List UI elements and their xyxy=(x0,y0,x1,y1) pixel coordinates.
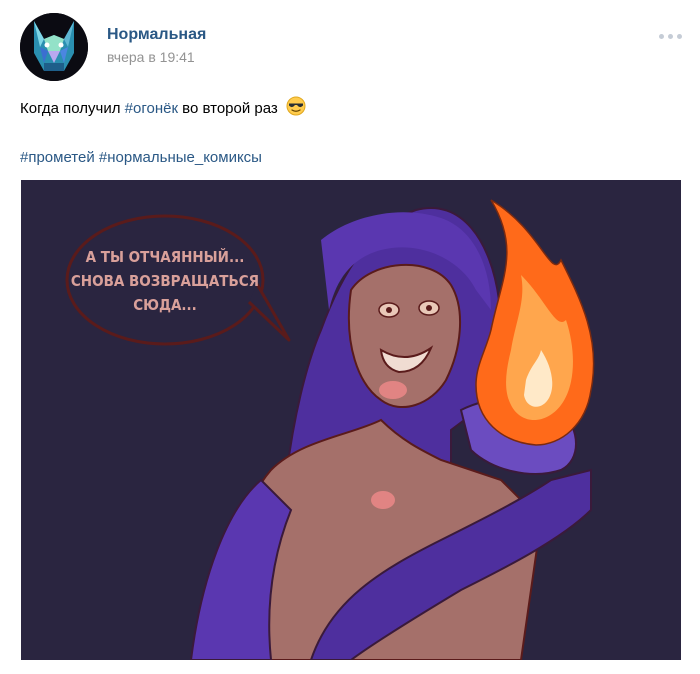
author-name[interactable]: Нормальная xyxy=(107,26,206,44)
post-text-end: во второй раз xyxy=(178,100,278,117)
bubble-line: СНОВА ВОЗВРАЩАТЬСЯ xyxy=(71,272,259,290)
post-image[interactable]: А ТЫ ОТЧАЯННЫЙ... СНОВА ВОЗВРАЩАТЬСЯ СЮД… xyxy=(21,180,681,660)
community-avatar[interactable] xyxy=(20,13,88,81)
hashtags-line: #прометей #нормальные_комиксы xyxy=(20,148,262,167)
hashtag-link[interactable]: #огонёк xyxy=(125,100,178,117)
post-text-start: Когда получил xyxy=(20,100,125,117)
hashtag-link[interactable]: #прометей xyxy=(20,149,95,166)
post-date[interactable]: вчера в 19:41 xyxy=(107,49,195,65)
dot-icon xyxy=(667,33,673,39)
post-text: Когда получил #огонёк во второй раз xyxy=(20,96,306,121)
hashtag-link[interactable]: #нормальные_комиксы xyxy=(99,149,262,166)
more-options-icon[interactable] xyxy=(656,30,684,42)
dot-icon xyxy=(676,33,682,39)
bubble-line: СЮДА... xyxy=(133,296,197,314)
post: Нормальная вчера в 19:41 Когда получил #… xyxy=(0,0,700,674)
dot-icon xyxy=(658,33,664,39)
sunglasses-emoji-icon xyxy=(286,96,306,121)
bubble-line: А ТЫ ОТЧАЯННЫЙ... xyxy=(86,247,245,266)
